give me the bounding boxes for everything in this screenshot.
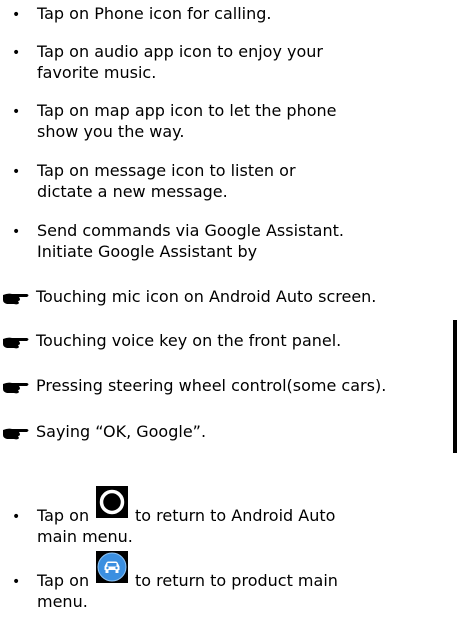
bullet-text: Send commands via Google Assistant.	[37, 221, 344, 240]
bullet-dot: •	[12, 164, 21, 180]
bullet-text: dictate a new message.	[37, 182, 228, 201]
car-home-icon	[96, 551, 128, 583]
sub-item-text: Touching voice key on the front panel.	[36, 331, 342, 350]
pointing-hand-icon	[3, 428, 29, 440]
bullet-text-suffix: to return to Android Auto	[135, 506, 336, 525]
bullet-text: menu.	[37, 592, 88, 611]
sub-item-text: Pressing steering wheel control(some car…	[36, 376, 387, 395]
bullet-text: Tap on Phone icon for calling.	[37, 4, 272, 23]
bullet-text: Tap on audio app icon to enjoy your	[37, 42, 323, 61]
bullet-dot: •	[12, 7, 21, 23]
change-bar	[453, 320, 457, 453]
bullet-dot: •	[12, 574, 21, 590]
bullet-text: Initiate Google Assistant by	[37, 242, 258, 261]
bullet-text: show you the way.	[37, 122, 185, 141]
bullet-text: Tap on map app icon to let the phone	[37, 101, 337, 120]
pointing-hand-icon	[3, 382, 29, 394]
bullet-text-suffix: to return to product main	[135, 571, 338, 590]
bullet-dot: •	[12, 104, 21, 120]
bullet-dot: •	[12, 45, 21, 61]
bullet-text: favorite music.	[37, 63, 157, 82]
sub-item-text: Touching mic icon on Android Auto screen…	[36, 287, 377, 306]
bullet-text: Tap on message icon to listen or	[37, 161, 296, 180]
bullet-text-prefix: Tap on	[37, 571, 90, 590]
pointing-hand-icon	[3, 293, 29, 305]
bullet-text-prefix: Tap on	[37, 506, 90, 525]
bullet-text: main menu.	[37, 527, 133, 546]
android-auto-home-icon	[96, 486, 128, 518]
bullet-dot: •	[12, 509, 21, 525]
sub-item-text: Saying “OK, Google”.	[36, 422, 207, 441]
bullet-dot: •	[12, 224, 21, 240]
pointing-hand-icon	[3, 337, 29, 349]
